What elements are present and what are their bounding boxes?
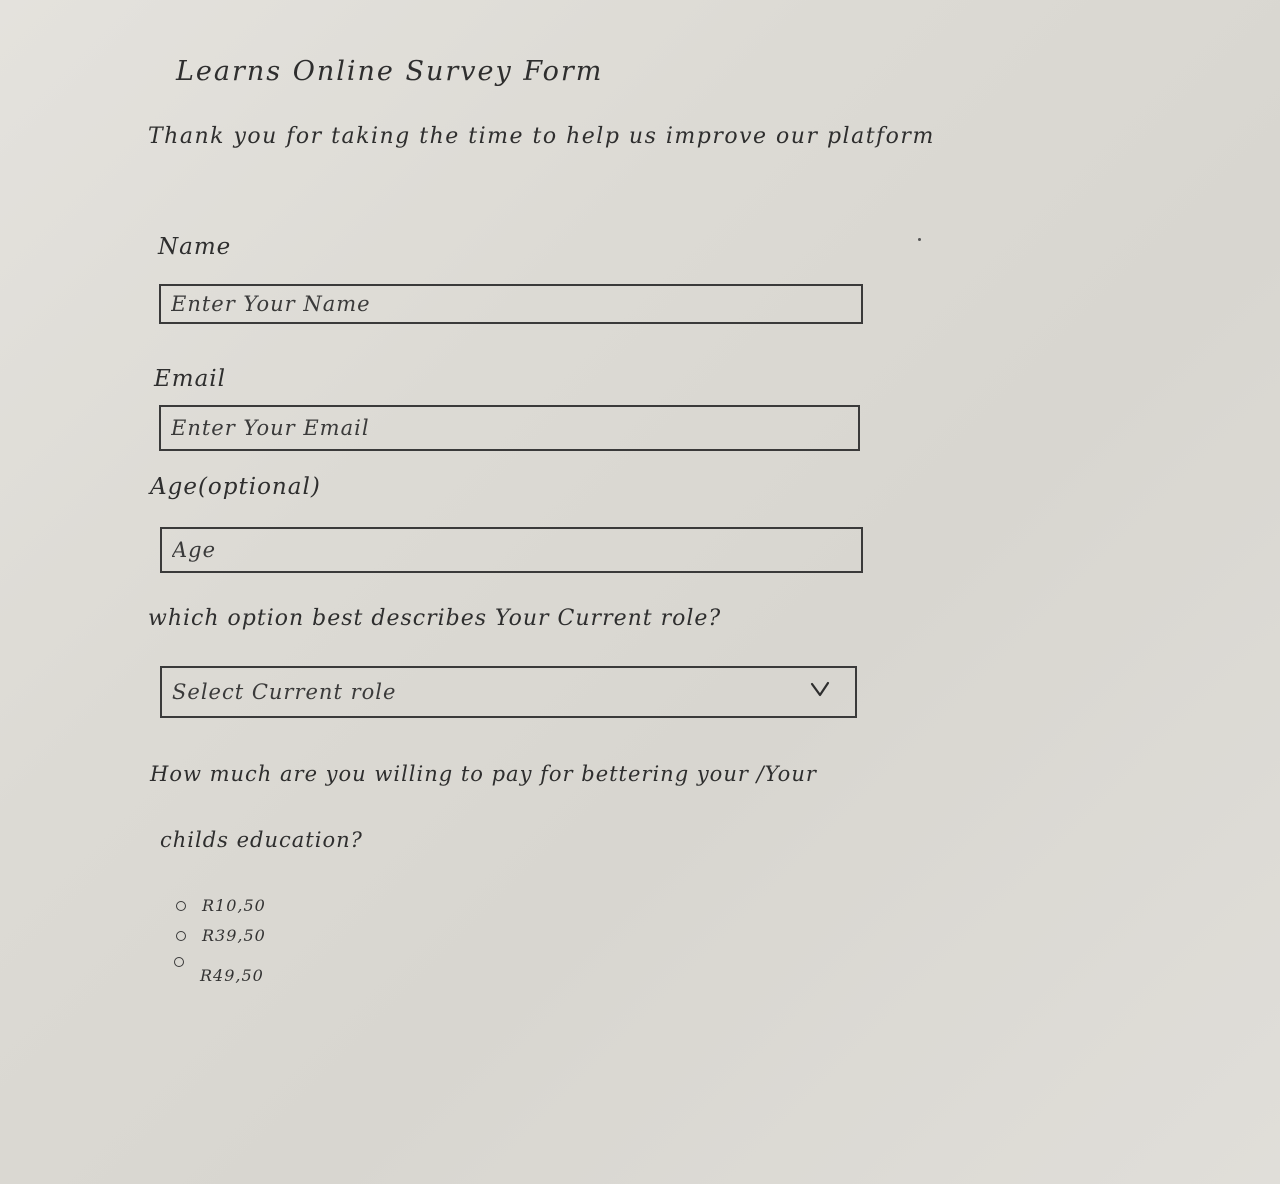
name-input[interactable] [171, 292, 861, 316]
pencil-mark [918, 238, 921, 241]
name-field-box [159, 284, 863, 324]
payment-option[interactable]: R39,50 [176, 926, 266, 945]
role-question: which option best describes Your Current… [148, 606, 722, 631]
payment-option[interactable]: R10,50 [176, 896, 266, 915]
payment-question-line2: childs education? [160, 828, 363, 852]
radio-button[interactable] [176, 930, 186, 941]
form-subtitle: Thank you for taking the time to help us… [148, 124, 935, 149]
form-title: Learns Online Survey Form [176, 56, 604, 87]
chevron-down-icon[interactable] [809, 678, 831, 700]
payment-option[interactable]: R49,50 [174, 952, 264, 985]
payment-option-label: R49,50 [200, 966, 264, 985]
payment-option-label: R39,50 [202, 926, 266, 945]
age-field-box [160, 527, 863, 573]
radio-button[interactable] [174, 956, 184, 967]
role-select-value: Select Current role [172, 680, 397, 704]
payment-question-line1: How much are you willing to pay for bett… [150, 762, 817, 786]
age-input[interactable] [172, 538, 861, 562]
survey-form-sketch: Learns Online Survey Form Thank you for … [0, 0, 1280, 1184]
email-label: Email [154, 366, 227, 392]
payment-option-label: R10,50 [202, 896, 266, 915]
name-label: Name [158, 234, 232, 260]
email-field-box [159, 405, 860, 451]
email-input[interactable] [171, 416, 858, 440]
role-select[interactable]: Select Current role [160, 666, 857, 718]
age-label: Age(optional) [150, 474, 321, 500]
radio-button[interactable] [176, 900, 186, 911]
